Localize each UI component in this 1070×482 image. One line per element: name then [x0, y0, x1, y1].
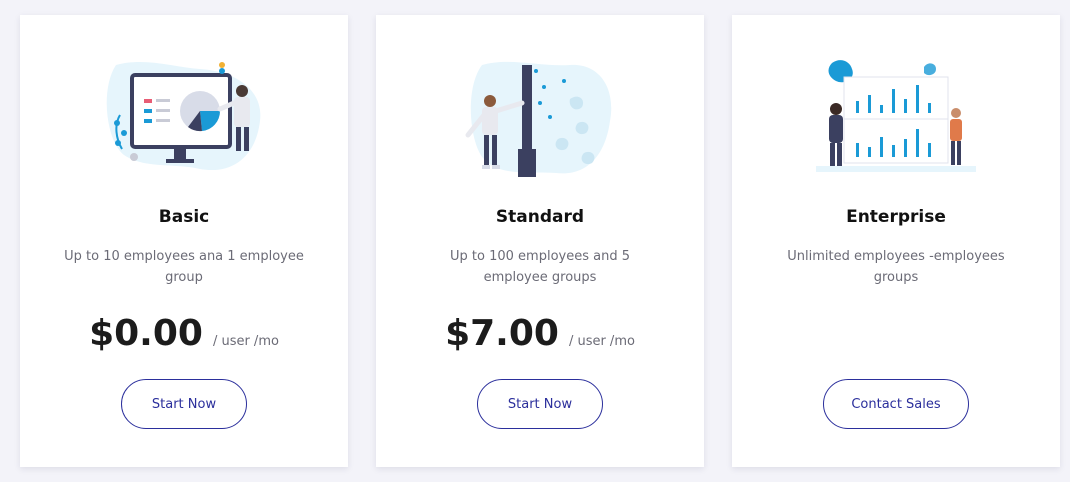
price-row: $0.00 / user /mo [20, 313, 348, 357]
price-unit: / user /mo [212, 334, 279, 349]
pricing-card-basic: Basic Up to 10 employees ana 1 employee … [20, 15, 348, 467]
plan-description: Up to 100 employees and 5 employee group… [450, 249, 630, 285]
plan-title: Basic [158, 207, 210, 227]
plan-description: Unlimited employees -employees groups [787, 249, 1005, 285]
price-row: $7.00 / user /mo [376, 313, 704, 357]
start-now-button[interactable]: Start Now [121, 379, 247, 429]
plan-price: $7.00 [445, 313, 559, 354]
plan-description: Up to 10 employees ana 1 employee group [64, 249, 304, 285]
plan-title: Standard [495, 207, 585, 227]
presentation-illustration [104, 59, 264, 179]
price-unit: / user /mo [568, 334, 635, 349]
pricing-card-enterprise: Enterprise Unlimited employees -employee… [732, 15, 1060, 467]
plan-price: $0.00 [89, 313, 203, 354]
team-chart-illustration [816, 59, 976, 179]
contact-sales-button[interactable]: Contact Sales [823, 379, 969, 429]
start-now-button[interactable]: Start Now [477, 379, 603, 429]
plan-title: Enterprise [846, 207, 946, 227]
pole-illustration [460, 59, 620, 179]
pricing-card-standard: Standard Up to 100 employees and 5 emplo… [376, 15, 704, 467]
